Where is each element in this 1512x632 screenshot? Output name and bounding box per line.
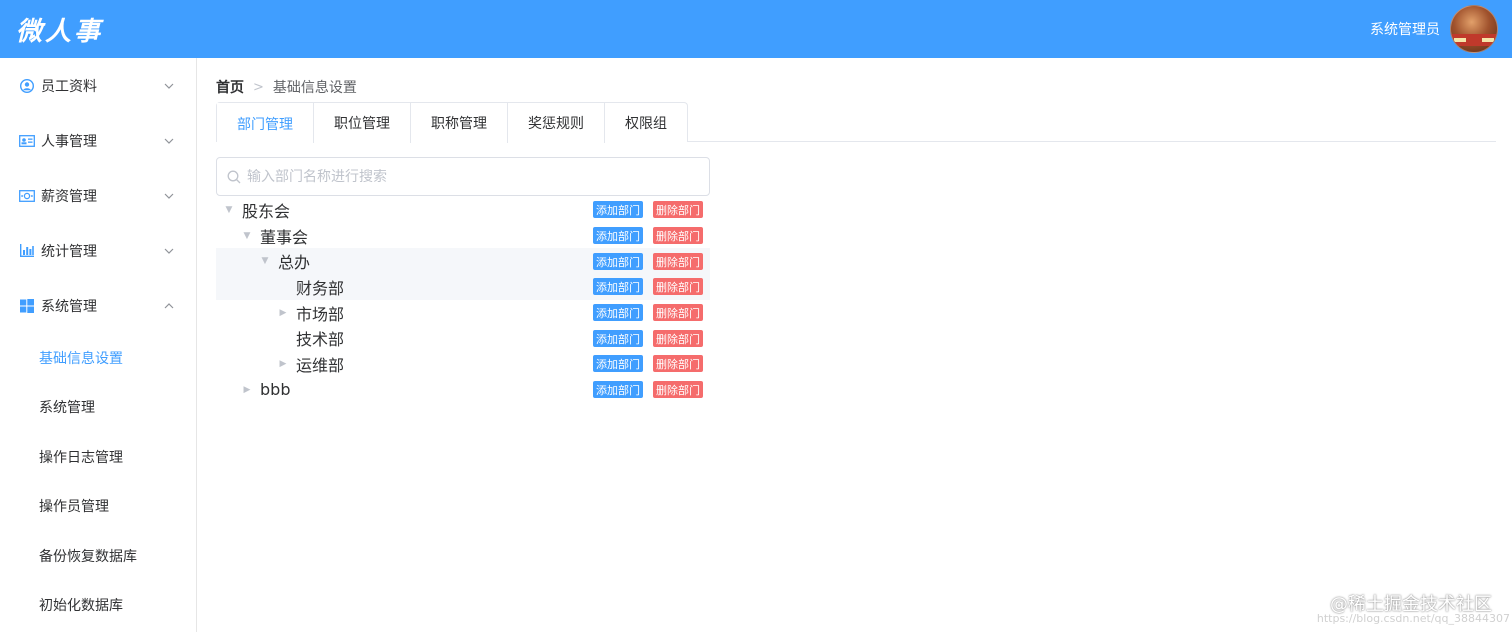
- caret-down-icon[interactable]: ▼: [242, 231, 252, 241]
- delete-department-button[interactable]: 删除部门: [653, 381, 703, 399]
- tree-node-label[interactable]: bbb: [260, 380, 290, 399]
- add-department-button[interactable]: 添加部门: [593, 227, 643, 245]
- tab-permission-group[interactable]: 权限组: [604, 103, 687, 143]
- breadcrumb: 首页 > 基础信息设置: [216, 77, 357, 97]
- tab-bar: 部门管理 职位管理 职称管理 奖惩规则 权限组: [216, 102, 1496, 144]
- chevron-down-icon: [164, 138, 174, 144]
- tree-node[interactable]: ▶ 市场部 添加部门 删除部门: [216, 300, 710, 326]
- tree-node-label[interactable]: 股东会: [242, 198, 290, 222]
- sidebar-item-label: 统计管理: [41, 243, 97, 260]
- delete-department-button[interactable]: 删除部门: [653, 304, 703, 322]
- chevron-up-icon: [164, 302, 174, 308]
- caret-placeholder: [278, 333, 288, 343]
- search-box[interactable]: [216, 157, 710, 196]
- tree-node[interactable]: 财务部 添加部门 删除部门: [216, 274, 710, 300]
- avatar[interactable]: [1450, 5, 1498, 53]
- avatar-banner: [1451, 34, 1497, 46]
- delete-department-button[interactable]: 删除部门: [653, 252, 703, 270]
- delete-department-button[interactable]: 删除部门: [653, 201, 703, 219]
- search-input[interactable]: [247, 168, 687, 185]
- tree-node[interactable]: ▶ 运维部 添加部门 删除部门: [216, 351, 710, 377]
- sidebar-item-statistics[interactable]: 统计管理: [0, 223, 196, 278]
- tree-node-label[interactable]: 财务部: [296, 275, 344, 299]
- add-department-button[interactable]: 添加部门: [593, 252, 643, 270]
- delete-department-button[interactable]: 删除部门: [653, 278, 703, 296]
- chevron-down-icon: [164, 248, 174, 254]
- tree-node[interactable]: 技术部 添加部门 删除部门: [216, 325, 710, 351]
- bar-chart-icon: [19, 243, 35, 259]
- tree-node-label[interactable]: 董事会: [260, 224, 308, 248]
- delete-department-button[interactable]: 删除部门: [653, 329, 703, 347]
- watermark-url: https://blog.csdn.net/qq_38844307: [1316, 612, 1510, 625]
- tree-node[interactable]: ▼ 董事会 添加部门 删除部门: [216, 223, 710, 249]
- breadcrumb-home[interactable]: 首页: [216, 77, 244, 97]
- sidebar: 员工资料 人事管理 薪资管理 统计管理 系统管理 基础信息设置 系统管理 操作日…: [0, 58, 197, 632]
- breadcrumb-current: 基础信息设置: [272, 80, 357, 96]
- department-tree: ▼ 股东会 添加部门 删除部门 ▼ 董事会 添加部门 删除部门 ▼ 总办 添加部门删…: [216, 197, 710, 403]
- sidebar-item-label: 系统管理: [41, 298, 97, 315]
- tree-node-label[interactable]: 运维部: [296, 352, 344, 376]
- chevron-down-icon: [164, 193, 174, 199]
- caret-right-icon[interactable]: ▶: [278, 359, 288, 369]
- sidebar-item-employee-info[interactable]: 员工资料: [0, 58, 196, 113]
- tree-node[interactable]: ▼ 总办 添加部门 删除部门: [216, 248, 710, 275]
- chevron-right-icon: >: [253, 79, 264, 95]
- sidebar-item-hr[interactable]: 人事管理: [0, 113, 196, 168]
- caret-right-icon[interactable]: ▶: [242, 385, 252, 395]
- id-card-icon: [19, 133, 35, 149]
- tab-position[interactable]: 职位管理: [313, 103, 410, 143]
- money-icon: [19, 188, 35, 204]
- app-header: 微人事 系统管理员: [0, 0, 1512, 58]
- sidebar-item-system[interactable]: 系统管理: [0, 278, 196, 333]
- sidebar-item-salary[interactable]: 薪资管理: [0, 168, 196, 223]
- caret-placeholder: [278, 282, 288, 292]
- search-icon: [227, 170, 241, 183]
- tree-node[interactable]: ▼ 股东会 添加部门 删除部门: [216, 197, 710, 223]
- sidebar-subitem-system-manage[interactable]: 系统管理: [0, 383, 196, 433]
- add-department-button[interactable]: 添加部门: [593, 278, 643, 296]
- delete-department-button[interactable]: 删除部门: [653, 227, 703, 245]
- main-content: 首页 > 基础信息设置 部门管理 职位管理 职称管理 奖惩规则 权限组 ▼ 股东…: [198, 58, 1512, 632]
- windows-icon: [19, 298, 35, 314]
- caret-right-icon[interactable]: ▶: [278, 308, 288, 318]
- tree-node-label[interactable]: 市场部: [296, 301, 344, 325]
- sidebar-subitem-operation-log[interactable]: 操作日志管理: [0, 432, 196, 482]
- chevron-down-icon: [164, 83, 174, 89]
- caret-down-icon[interactable]: ▼: [260, 256, 270, 266]
- tree-node-label[interactable]: 总办: [278, 249, 310, 273]
- tab-rewards[interactable]: 奖惩规则: [507, 103, 604, 143]
- sidebar-subitem-backup[interactable]: 备份恢复数据库: [0, 531, 196, 581]
- sidebar-subitem-init-db[interactable]: 初始化数据库: [0, 581, 196, 631]
- add-department-button[interactable]: 添加部门: [593, 329, 643, 347]
- sidebar-item-label: 薪资管理: [41, 188, 97, 205]
- user-menu[interactable]: 系统管理员: [1370, 5, 1498, 53]
- app-logo: 微人事: [16, 16, 104, 47]
- add-department-button[interactable]: 添加部门: [593, 201, 643, 219]
- add-department-button[interactable]: 添加部门: [593, 355, 643, 373]
- tab-job-title[interactable]: 职称管理: [410, 103, 507, 143]
- add-department-button[interactable]: 添加部门: [593, 381, 643, 399]
- caret-down-icon[interactable]: ▼: [224, 205, 234, 215]
- user-circle-icon: [19, 78, 35, 94]
- sidebar-subitem-operator[interactable]: 操作员管理: [0, 482, 196, 532]
- sidebar-item-label: 人事管理: [41, 133, 97, 150]
- tree-node-label[interactable]: 技术部: [296, 326, 344, 350]
- add-department-button[interactable]: 添加部门: [593, 304, 643, 322]
- delete-department-button[interactable]: 删除部门: [653, 355, 703, 373]
- tree-node[interactable]: ▶ bbb 添加部门 删除部门: [216, 377, 710, 403]
- sidebar-subitem-basic-info[interactable]: 基础信息设置: [0, 333, 196, 383]
- tab-department[interactable]: 部门管理: [217, 103, 313, 144]
- user-name[interactable]: 系统管理员: [1370, 19, 1440, 39]
- sidebar-item-label: 员工资料: [41, 78, 97, 95]
